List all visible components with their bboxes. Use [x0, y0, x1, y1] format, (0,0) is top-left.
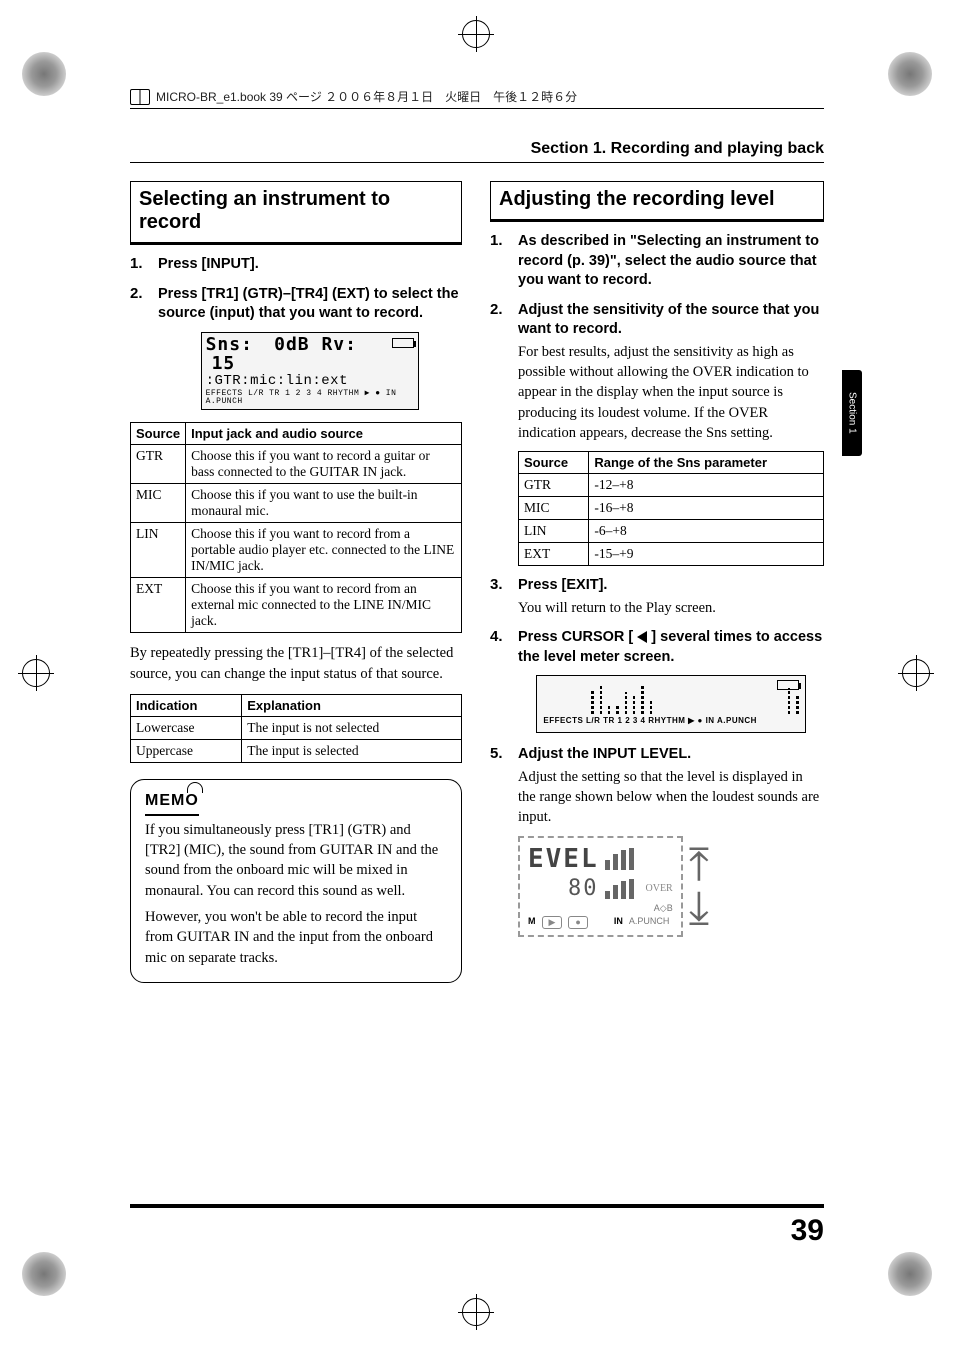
- step-1: As described in "Selecting an instrument…: [490, 232, 824, 291]
- lcd-level-meter: EFFECTS L/R TR 1 2 3 4 RHYTHM ▶ ● IN A.P…: [536, 675, 805, 733]
- corner-ornament: [22, 52, 66, 96]
- in-label: IN: [614, 916, 623, 929]
- step-head: Press CURSOR [ ] several times to access…: [518, 628, 824, 667]
- level-title: EVEL: [528, 844, 599, 874]
- running-head: Section 1. Recording and playing back: [130, 140, 824, 163]
- corner-ornament: [888, 1252, 932, 1296]
- print-header: MICRO-BR_e1.book 39 ページ ２００６年８月１日 火曜日 午後…: [130, 88, 824, 105]
- mini-bars-icon: [605, 877, 634, 899]
- lcd-row1-right: 15: [212, 353, 236, 374]
- table-row: MIC-16–+8: [519, 497, 824, 520]
- input-level-figure: EVEL 80: [518, 836, 824, 937]
- lcd-legend: EFFECTS L/R TR 1 2 3 4 RHYTHM ▶ ● IN A.P…: [543, 716, 798, 725]
- lcd-row1-mid: 0dB Rv:: [274, 334, 357, 355]
- step-5: Adjust the INPUT LEVEL. Adjust the setti…: [490, 745, 824, 936]
- step-2: Adjust the sensitivity of the source tha…: [490, 301, 824, 567]
- lcd-source-screen: Sns: 0dB Rv: 15 :GTR:mic:lin:ext EFFECTS…: [201, 332, 420, 411]
- step-head: Press [TR1] (GTR)–[TR4] (EXT) to select …: [158, 285, 462, 324]
- indication-table: Indication Explanation LowercaseThe inpu…: [130, 694, 462, 763]
- step-body: Adjust the setting so that the level is …: [518, 767, 824, 828]
- left-column: Selecting an instrument to record Press …: [130, 181, 462, 983]
- table-row: LIN-6–+8: [519, 520, 824, 543]
- table-row: LINChoose this if you want to record fro…: [131, 523, 462, 578]
- left-steps: Press [INPUT]. Press [TR1] (GTR)–[TR4] (…: [130, 255, 462, 410]
- battery-icon: [777, 680, 799, 690]
- range-bracket-icon: ⤒⤓: [689, 851, 709, 921]
- step-head: Press [EXIT].: [518, 576, 824, 596]
- memo-paragraph: If you simultaneously press [TR1] (GTR) …: [145, 820, 447, 901]
- print-header-text: MICRO-BR_e1.book 39 ページ ２００６年８月１日 火曜日 午後…: [156, 88, 577, 105]
- page-number: 39: [791, 1214, 824, 1248]
- registration-mark: [462, 20, 492, 50]
- memo-label: MEMO: [145, 790, 199, 816]
- th-explanation: Explanation: [242, 694, 462, 716]
- cursor-left-icon: [637, 631, 647, 643]
- over-tag: OVER: [646, 883, 673, 894]
- th-source: Source: [519, 452, 589, 474]
- footer-rule: [130, 1204, 824, 1208]
- heading-select-instrument: Selecting an instrument to record: [130, 181, 462, 245]
- step-head: As described in "Selecting an instrument…: [518, 232, 824, 291]
- right-column: Adjusting the recording level As describ…: [490, 181, 824, 983]
- step-head-pre: Press CURSOR [: [518, 629, 637, 645]
- step-4: Press CURSOR [ ] several times to access…: [490, 628, 824, 733]
- lcd-row1-left: Sns:: [206, 334, 253, 355]
- source-input-table: Source Input jack and audio source GTRCh…: [130, 422, 462, 633]
- section-tab: Section 1: [842, 370, 862, 456]
- th-source: Source: [131, 423, 186, 445]
- lcd-row2: :GTR:mic:lin:ext: [206, 374, 415, 389]
- heading-adjust-level: Adjusting the recording level: [490, 181, 824, 222]
- registration-mark: [462, 1298, 492, 1328]
- lcd-row3: EFFECTS L/R TR 1 2 3 4 RHYTHM ▶ ● IN A.P…: [206, 390, 415, 408]
- play-button-icon: ▶: [542, 916, 563, 929]
- table-row: UppercaseThe input is selected: [131, 739, 462, 762]
- step-head: Adjust the INPUT LEVEL.: [518, 745, 824, 765]
- step-head: Adjust the sensitivity of the source tha…: [518, 301, 824, 340]
- ab-tag: A◇B: [654, 903, 673, 914]
- step-1: Press [INPUT].: [130, 255, 462, 275]
- corner-ornament: [888, 52, 932, 96]
- th-range: Range of the Sns parameter: [589, 452, 824, 474]
- paragraph: By repeatedly pressing the [TR1]–[TR4] o…: [130, 643, 462, 684]
- book-icon: [130, 89, 150, 105]
- registration-mark: [902, 659, 932, 689]
- m-label: M: [528, 916, 536, 929]
- level-bars: [591, 684, 798, 714]
- level-box: EVEL 80: [518, 836, 683, 937]
- mini-bars-icon: [605, 848, 634, 870]
- memo-paragraph: However, you won't be able to record the…: [145, 907, 447, 968]
- memo-box: MEMO If you simultaneously press [TR1] (…: [130, 779, 462, 983]
- table-row: EXTChoose this if you want to record fro…: [131, 578, 462, 633]
- th-desc: Input jack and audio source: [186, 423, 462, 445]
- table-row: GTR-12–+8: [519, 474, 824, 497]
- step-body: You will return to the Play screen.: [518, 598, 824, 618]
- right-steps: As described in "Selecting an instrument…: [490, 232, 824, 937]
- level-value: 80: [568, 876, 599, 901]
- table-row: EXT-15–+9: [519, 543, 824, 566]
- print-header-rule: [130, 108, 824, 109]
- th-indication: Indication: [131, 694, 242, 716]
- battery-icon: [392, 338, 414, 348]
- table-row: LowercaseThe input is not selected: [131, 716, 462, 739]
- table-row: MICChoose this if you want to use the bu…: [131, 484, 462, 523]
- corner-ornament: [22, 1252, 66, 1296]
- page-body: Section 1. Recording and playing back Se…: [130, 140, 824, 1198]
- table-row: GTRChoose this if you want to record a g…: [131, 445, 462, 484]
- record-button-icon: ●: [568, 916, 587, 929]
- apunch-label: A.PUNCH: [629, 916, 670, 929]
- step-3: Press [EXIT]. You will return to the Pla…: [490, 576, 824, 618]
- step-body: For best results, adjust the sensitivity…: [518, 342, 824, 443]
- sns-range-table: Source Range of the Sns parameter GTR-12…: [518, 451, 824, 566]
- step-2: Press [TR1] (GTR)–[TR4] (EXT) to select …: [130, 285, 462, 411]
- registration-mark: [22, 659, 52, 689]
- step-head: Press [INPUT].: [158, 255, 462, 275]
